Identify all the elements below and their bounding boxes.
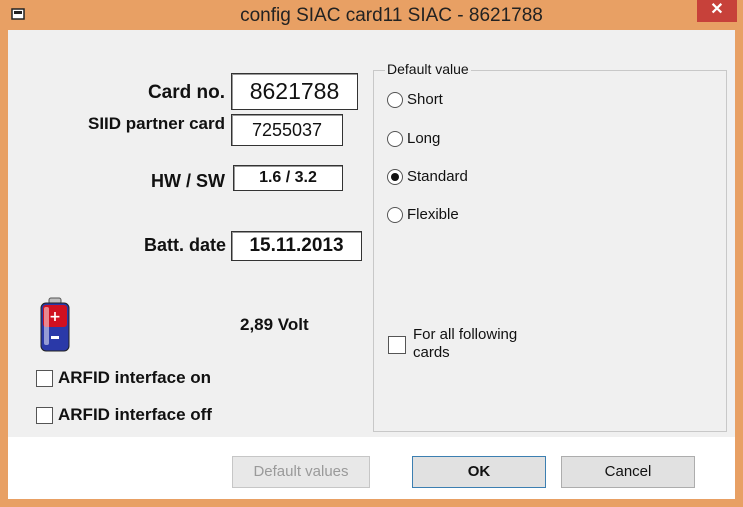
radio-long-label: Long — [407, 130, 441, 147]
svg-text:+: + — [49, 309, 61, 325]
battery-icon: + — [40, 297, 70, 352]
card-no-label: Card no. — [147, 82, 225, 103]
for-all-following-label-line2: cards — [413, 344, 450, 361]
default-value-group-title: Default value — [385, 61, 471, 77]
arfid-on-label: ARFID interface on — [58, 368, 212, 387]
arfid-off-checkbox[interactable] — [36, 407, 53, 424]
radio-flexible[interactable] — [387, 207, 403, 223]
radio-short[interactable] — [387, 92, 403, 108]
default-value-group — [373, 70, 727, 432]
voltage-value: 2,89 Volt — [240, 315, 309, 334]
radio-standard[interactable] — [387, 169, 403, 185]
batt-date-label: Batt. date — [143, 235, 226, 255]
default-values-button[interactable]: Default values — [232, 456, 370, 488]
batt-date-field[interactable]: 15.11.2013 — [231, 231, 362, 261]
cancel-button[interactable]: Cancel — [561, 456, 695, 488]
radio-flexible-label: Flexible — [407, 206, 459, 223]
arfid-on-checkbox[interactable] — [36, 370, 53, 387]
for-all-following-label-line1: For all following — [413, 326, 518, 343]
radio-long[interactable] — [387, 131, 403, 147]
window-title: config SIAC card11 SIAC - 8621788 — [240, 5, 543, 26]
hwsw-field[interactable]: 1.6 / 3.2 — [233, 165, 343, 191]
close-button[interactable]: ✕ — [697, 0, 737, 22]
siid-partner-field[interactable]: 7255037 — [231, 114, 343, 146]
title-bar[interactable]: config SIAC card11 SIAC - 8621788 ✕ — [0, 0, 743, 30]
card-no-field[interactable]: 8621788 — [231, 73, 358, 110]
for-all-following-checkbox[interactable] — [388, 336, 406, 354]
radio-standard-label: Standard — [407, 168, 468, 185]
siid-partner-label: SIID partner card — [88, 114, 225, 133]
dialog-window: config SIAC card11 SIAC - 8621788 ✕ Card… — [0, 0, 743, 507]
arfid-off-label: ARFID interface off — [58, 405, 212, 424]
hwsw-label: HW / SW — [151, 171, 225, 191]
ok-button[interactable]: OK — [412, 456, 546, 488]
radio-short-label: Short — [407, 91, 443, 108]
